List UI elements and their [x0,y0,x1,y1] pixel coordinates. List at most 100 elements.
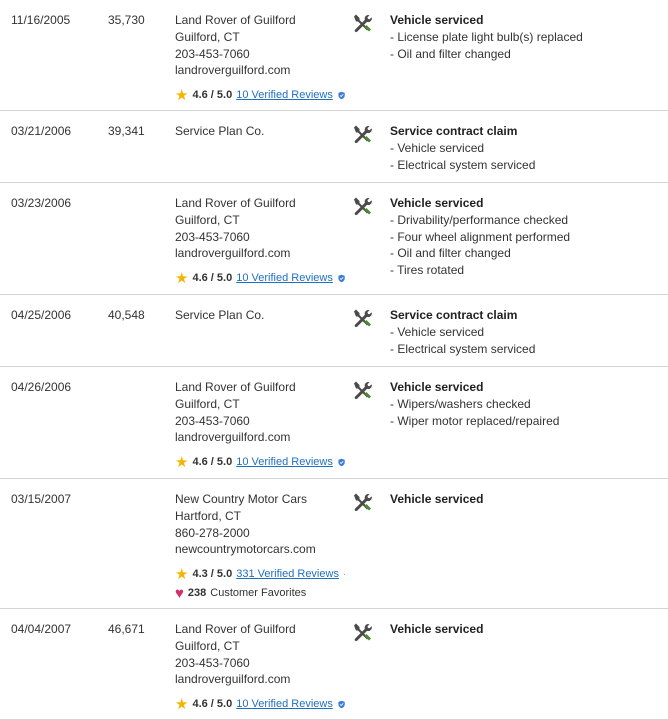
star-icon: ★ [175,453,189,471]
comment-title: Vehicle serviced [390,492,484,506]
rating-row: ★ 4.6 / 5.0 10 Verified Reviews [175,696,345,712]
record-date: 04/04/2007 [11,622,72,636]
comment-item-text: Electrical system serviced [397,157,536,172]
comment-item-text: Oil and filter changed [397,246,511,261]
record-date: 11/16/2005 [11,13,71,27]
comment-item-text: Four wheel alignment performed [397,229,571,244]
source-phone: 203-453-7060 [175,655,250,670]
record-source: Service Plan Co. [175,307,345,324]
service-record: 11/16/2005 35,730 Land Rover of Guilford Gu… [0,0,668,111]
record-date: 03/15/2007 [11,492,72,506]
favorites-label: Customer Favorites [210,587,307,600]
star-icon: ★ [175,695,189,713]
source-name: New Country Motor Cars [175,492,308,506]
comment-item: - Drivability/performance checked [390,212,570,229]
rating-score: 4.6 / 5.0 [192,456,233,469]
rating-row: ★ 4.6 / 5.0 10 Verified Reviews [175,270,345,286]
record-date: 03/21/2006 [11,124,72,138]
record-date: 04/26/2006 [11,380,72,394]
source-name: Land Rover of Guilford [175,622,296,636]
source-website[interactable]: newcountrymotorcars.com [175,541,345,558]
source-phone: 203-453-7060 [175,229,250,244]
verified-reviews-link[interactable]: 331 Verified Reviews [236,568,339,580]
comment-item: - Oil and filter changed [390,245,570,262]
source-phone: 203-453-7060 [175,413,250,428]
rating-row: ★ 4.3 / 5.0 331 Verified Reviews [175,566,345,582]
comment-title: Service contract claim [390,124,518,138]
record-source: New Country Motor Cars Hartford, CT 860-27… [175,491,345,601]
comment-item-text: Wiper motor replaced/repaired [397,413,560,428]
source-name: Land Rover of Guilford [175,13,296,27]
record-comments: Service contract claim - Vehicle serviced… [390,123,535,173]
favorites-count: 238 [187,587,207,600]
source-location: Guilford, CT [175,29,240,44]
comment-title: Service contract claim [390,308,518,322]
record-mileage: 39,341 [108,124,145,138]
source-location: Guilford, CT [175,638,240,653]
comment-item-text: Vehicle serviced [397,140,485,155]
verified-reviews-link[interactable]: 10 Verified Reviews [236,698,333,710]
record-comments: Service contract claim - Vehicle serviced… [390,307,535,357]
service-record: 03/23/2006 Land Rover of Guilford Guilford… [0,183,668,295]
comment-title: Vehicle serviced [390,196,484,210]
rating-row: ★ 4.6 / 5.0 10 Verified Reviews [175,87,345,103]
source-location: Guilford, CT [175,212,240,227]
comment-item-text: License plate light bulb(s) replaced [397,29,583,44]
source-website[interactable]: landroverguilford.com [175,62,345,79]
rating-row: ★ 4.6 / 5.0 10 Verified Reviews [175,454,345,470]
source-location: Guilford, CT [175,396,240,411]
comment-item: - Oil and filter changed [390,46,583,63]
rating-score: 4.6 / 5.0 [192,272,233,285]
comment-item-text: Tires rotated [397,263,465,278]
verified-reviews-link[interactable]: 10 Verified Reviews [236,456,333,468]
record-comments: Vehicle serviced - Wipers/washers checked… [390,379,559,429]
comment-title: Vehicle serviced [390,622,484,636]
source-name: Service Plan Co. [175,124,265,138]
verified-shield-icon [338,458,345,466]
source-website[interactable]: landroverguilford.com [175,245,345,262]
source-name: Service Plan Co. [175,308,265,322]
comment-title: Vehicle serviced [390,13,484,27]
source-name: Land Rover of Guilford [175,196,296,210]
verified-reviews-link[interactable]: 10 Verified Reviews [236,89,333,101]
record-source: Land Rover of Guilford Guilford, CT 203-45… [175,621,345,712]
record-source: Service Plan Co. [175,123,345,140]
star-icon: ★ [175,86,189,104]
source-website[interactable]: landroverguilford.com [175,429,345,446]
service-tools-icon [351,621,373,643]
service-record: 04/25/2006 40,548 Service Plan Co. Service … [0,295,668,367]
comment-item: - Tires rotated [390,262,570,279]
verified-shield-icon [344,573,345,575]
source-website[interactable]: landroverguilford.com [175,671,345,688]
service-tools-icon [351,123,373,145]
verified-shield-icon [338,700,345,708]
star-icon: ★ [175,565,189,583]
source-phone: 203-453-7060 [175,46,250,61]
service-tools-icon [351,379,373,401]
rating-score: 4.3 / 5.0 [192,568,233,581]
comment-title: Vehicle serviced [390,380,484,394]
comment-item: - Electrical system serviced [390,341,535,358]
comment-item-text: Drivability/performance checked [397,212,569,227]
record-comments: Vehicle serviced [390,621,483,638]
verified-reviews-link[interactable]: 10 Verified Reviews [236,272,333,284]
comment-item-text: Wipers/washers checked [397,396,531,411]
record-comments: Vehicle serviced - Drivability/performanc… [390,195,570,279]
comment-item-text: Electrical system serviced [397,341,536,356]
service-tools-icon [351,491,373,513]
comment-item: - Vehicle serviced [390,324,535,341]
comment-item: - Four wheel alignment performed [390,229,570,246]
record-mileage: 46,671 [108,622,145,636]
verified-shield-icon [338,274,345,282]
record-source: Land Rover of Guilford Guilford, CT 203-45… [175,379,345,470]
record-comments: Vehicle serviced - License plate light bu… [390,12,583,62]
record-mileage: 40,548 [108,308,145,322]
record-comments: Vehicle serviced [390,491,483,508]
customer-favorites: ♥ 238 Customer Favorites [175,585,345,601]
source-location: Hartford, CT [175,508,242,523]
heart-icon: ♥ [175,584,184,602]
rating-score: 4.6 / 5.0 [192,698,233,711]
record-source: Land Rover of Guilford Guilford, CT 203-45… [175,195,345,286]
record-source: Land Rover of Guilford Guilford, CT 203-45… [175,12,345,103]
record-date: 04/25/2006 [11,308,72,322]
